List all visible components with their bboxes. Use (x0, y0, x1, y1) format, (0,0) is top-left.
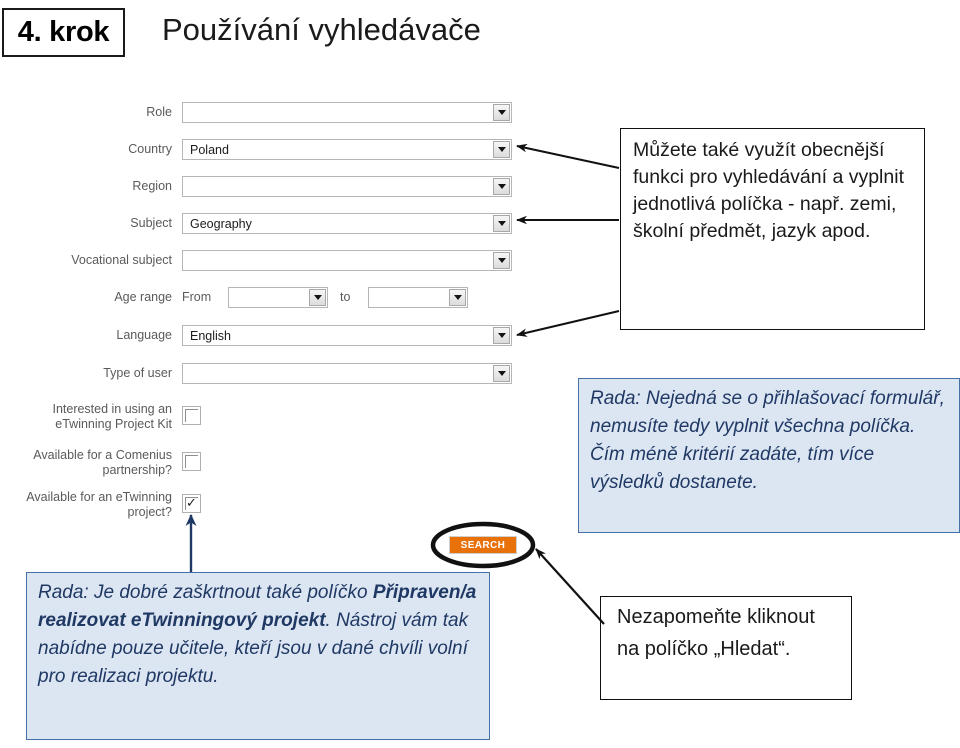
label-comenius-line1: Available for a Comenius (33, 448, 172, 462)
form-row-role: Role (0, 102, 540, 126)
callout-tip-check-project-box: Rada: Je dobré zaškrtnout také políčko P… (26, 572, 490, 740)
form-row-etwinning-project: Available for an eTwinning project? ✓ (0, 490, 540, 528)
chevron-down-icon[interactable] (493, 178, 510, 195)
label-type-of-user: Type of user (103, 366, 172, 380)
label-age-to: to (340, 290, 351, 304)
chevron-down-icon[interactable] (449, 289, 466, 306)
label-region: Region (132, 179, 172, 193)
form-row-vocational-subject: Vocational subject (0, 250, 540, 274)
page-title: Používání vyhledávače (162, 12, 481, 47)
select-type-of-user[interactable] (182, 363, 512, 384)
form-row-region: Region (0, 176, 540, 200)
select-subject[interactable]: Geography (182, 213, 512, 234)
chevron-down-icon[interactable] (493, 104, 510, 121)
select-age-from[interactable] (228, 287, 328, 308)
callout-remember-click-search: Nezapomeňte kliknout na políčko „Hledat“… (600, 596, 852, 700)
label-project-kit-line1: Interested in using an (52, 402, 172, 416)
select-role[interactable] (182, 102, 512, 123)
callout-general-search: Můžete také využít obecnější funkci pro … (620, 128, 925, 330)
label-age-from: From (182, 290, 212, 304)
chevron-down-icon[interactable] (493, 252, 510, 269)
callout-tip-not-login-form: Rada: Nejedná se o přihlašovací formulář… (578, 378, 960, 533)
form-row-type-of-user: Type of user (0, 363, 540, 387)
chevron-down-icon[interactable] (493, 327, 510, 344)
checkmark-icon: ✓ (186, 495, 197, 510)
form-row-comenius: Available for a Comenius partnership? (0, 448, 540, 486)
select-country-value: Poland (190, 142, 229, 157)
select-region[interactable] (182, 176, 512, 197)
chevron-down-icon[interactable] (493, 365, 510, 382)
form-row-project-kit: Interested in using an eTwinning Project… (0, 402, 540, 440)
label-comenius-line2: partnership? (102, 462, 173, 477)
form-row-subject: Subject Geography (0, 213, 540, 237)
search-button-label: SEARCH (460, 539, 506, 551)
checkbox-project-kit[interactable] (182, 406, 201, 425)
label-project-kit: Interested in using an eTwinning Project… (0, 402, 172, 431)
chevron-down-icon[interactable] (493, 215, 510, 232)
select-subject-value: Geography (190, 216, 252, 231)
select-country[interactable]: Poland (182, 139, 512, 160)
tip-prefix: Rada: Je dobré zaškrtnout také políčko (38, 582, 373, 603)
chevron-down-icon[interactable] (493, 141, 510, 158)
step-number-badge: 4. krok (2, 8, 125, 57)
form-row-language: Language English (0, 325, 540, 349)
select-language[interactable]: English (182, 325, 512, 346)
select-vocational-subject[interactable] (182, 250, 512, 271)
label-vocational-subject: Vocational subject (71, 253, 172, 267)
label-language: Language (116, 328, 172, 342)
form-row-country: Country Poland (0, 139, 540, 163)
label-country: Country (128, 142, 172, 156)
label-etwinning-project-line2: project? (127, 504, 172, 519)
search-form-screenshot: Role Country Poland Region Subject Geogr… (0, 96, 540, 566)
checkbox-etwinning-project[interactable]: ✓ (182, 494, 201, 513)
label-subject: Subject (130, 216, 172, 230)
form-row-age-range: Age range From to (0, 287, 540, 311)
checkbox-comenius[interactable] (182, 452, 201, 471)
label-age-range: Age range (114, 290, 172, 304)
step-number-label: 4. krok (17, 16, 110, 48)
arrow-to-search-button (535, 548, 605, 625)
label-comenius: Available for a Comenius partnership? (0, 448, 172, 477)
label-role: Role (146, 105, 172, 119)
chevron-down-icon[interactable] (309, 289, 326, 306)
search-button[interactable]: SEARCH (449, 536, 517, 554)
label-etwinning-project: Available for an eTwinning project? (0, 490, 172, 519)
select-age-to[interactable] (368, 287, 468, 308)
select-language-value: English (190, 328, 231, 343)
label-etwinning-project-line1: Available for an eTwinning (26, 490, 172, 504)
label-project-kit-line2: eTwinning Project Kit (55, 416, 172, 431)
